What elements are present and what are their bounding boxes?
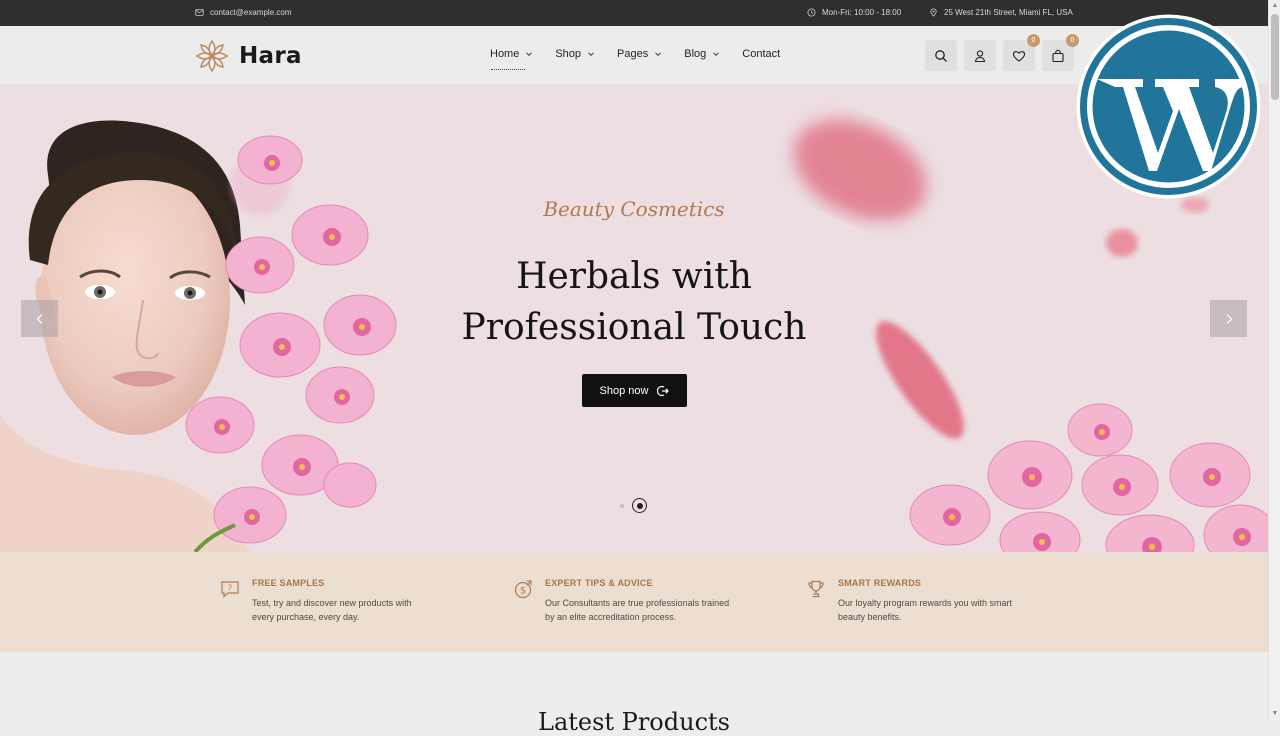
feature-description-line: every purchase, every day. [252,612,360,622]
heart-icon [1012,50,1026,62]
scrollbar-thumb[interactable] [1271,14,1279,100]
location-pin-icon [930,8,937,17]
nav-item-shop[interactable]: Shop [555,48,595,60]
mail-icon [195,9,204,16]
feature-title: EXPERT TIPS & ADVICE [545,578,653,588]
shop-now-button[interactable]: Shop now [582,374,687,407]
header-actions: 0 0 [925,34,1079,71]
arrow-right-icon [657,385,670,396]
latest-products-section: Latest Products [0,652,1268,736]
dollar-coin-icon: $ [514,580,532,599]
opening-hours: Mon-Fri: 10:00 - 18:00 [807,8,901,17]
contact-email[interactable]: contact@example.com [195,8,292,17]
feature-description-line: by an elite accreditation process. [545,612,677,622]
store-address: 25 West 21th Street, Miami FL, USA [929,8,1073,17]
shop-now-label: Shop now [599,384,649,397]
opening-hours-text: Mon-Fri: 10:00 - 18:00 [822,8,902,17]
search-button[interactable] [925,40,957,71]
chevron-down-icon [526,52,533,57]
chevron-right-icon [1226,313,1232,324]
svg-text:$: $ [520,586,526,597]
chevron-left-icon [36,313,42,324]
nav-label-home: Home [490,48,520,60]
cart-button[interactable]: 0 [1042,34,1079,71]
hero-subtitle: Beauty Cosmetics [543,197,725,221]
site-logo[interactable]: Hara [193,37,302,75]
feature-expert-tips: $ EXPERT TIPS & ADVICE Our Consultants a… [513,578,745,624]
account-button[interactable] [964,40,996,71]
nav-item-contact[interactable]: Contact [742,48,780,60]
logo-text: Hara [239,43,302,69]
wordpress-logo-icon [1076,14,1261,199]
feature-description: Our Consultants are true professionals t… [545,596,745,624]
slider-pagination [620,498,647,513]
nav-label-blog: Blog [684,48,707,60]
store-address-text: 25 West 21th Street, Miami FL, USA [944,8,1073,17]
feature-description-line: Our loyalty program rewards you with sma… [838,598,1013,608]
nav-label-contact: Contact [742,48,781,60]
slider-next-button[interactable] [1210,300,1247,337]
nav-item-pages[interactable]: Pages [617,48,662,60]
nav-item-home[interactable]: Home [490,48,533,70]
scroll-up-arrow-icon[interactable]: ▲ [1271,2,1279,10]
chat-question-icon: ? [221,581,239,598]
hero-title: Herbals with Professional Touch [0,251,1268,353]
main-navigation: Home Shop Pages Blog Contact [490,48,780,70]
features-strip: ? FREE SAMPLES Test, try and discover ne… [0,552,1268,652]
feature-title: FREE SAMPLES [252,578,325,588]
nav-label-shop: Shop [555,48,582,60]
feature-smart-rewards: SMART REWARDS Our loyalty program reward… [806,578,1038,624]
flower-logo-icon [195,39,229,73]
trophy-icon [808,580,824,598]
slider-prev-button[interactable] [21,300,58,337]
nav-item-blog[interactable]: Blog [684,48,720,60]
hero-title-line-2: Professional Touch [461,307,807,348]
clock-icon [807,8,816,17]
feature-description: Test, try and discover new products with… [252,596,452,624]
contact-email-text: contact@example.com [210,8,292,17]
search-icon [935,49,947,62]
hero-title-line-1: Herbals with [516,256,752,297]
nav-label-pages: Pages [617,48,649,60]
feature-description-line: beauty benefits. [838,612,902,622]
chevron-down-icon [713,52,720,57]
page-scrollbar[interactable]: ▲ ▼ [1268,0,1280,720]
svg-text:?: ? [228,584,232,593]
feature-description-line: Our Consultants are true professionals t… [545,598,730,608]
user-icon [974,49,986,62]
wishlist-button[interactable]: 0 [1003,34,1040,71]
scroll-down-arrow-icon[interactable]: ▼ [1271,710,1279,718]
feature-description: Our loyalty program rewards you with sma… [838,596,1038,624]
shopping-bag-icon [1052,49,1064,62]
chevron-down-icon [588,52,594,57]
feature-free-samples: ? FREE SAMPLES Test, try and discover ne… [220,578,452,624]
chevron-down-icon [655,52,662,57]
slide-dot-1[interactable] [620,503,624,508]
section-title: Latest Products [538,708,730,736]
slide-dot-2-active[interactable] [632,498,647,513]
feature-title: SMART REWARDS [838,578,922,588]
feature-description-line: Test, try and discover new products with [252,598,412,608]
wishlist-count-badge: 0 [1027,34,1040,47]
